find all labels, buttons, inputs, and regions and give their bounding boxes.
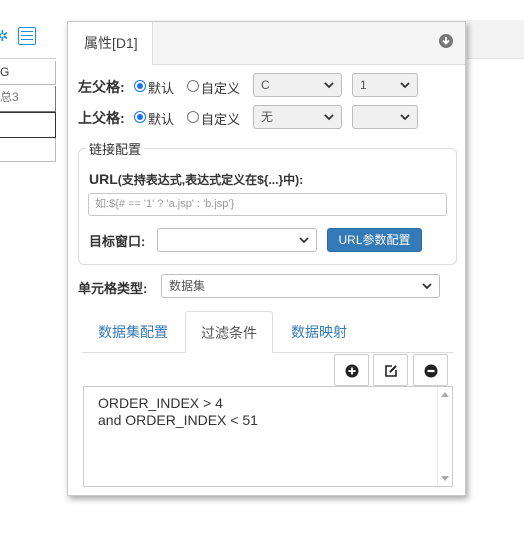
left-parent-custom-radio[interactable] [187,80,199,92]
filter-line: ORDER_INDEX > 4 [98,395,223,411]
url-params-button[interactable]: URL参数配置 [327,228,422,252]
chevron-down-icon [324,82,334,89]
left-parent-default-label: 默认 [148,81,175,96]
chevron-down-icon [324,114,334,121]
target-window-select[interactable] [157,228,317,252]
cell-type-select[interactable]: 数据集 [161,274,440,298]
top-parent-custom-radio[interactable] [187,111,199,123]
chevron-down-icon [400,82,410,89]
top-parent-label: 上父格: [78,110,125,126]
add-filter-button[interactable] [334,354,369,386]
top-parent-row-select[interactable] [352,105,418,129]
sheet-cell-selected[interactable] [0,112,56,138]
sheet-cell[interactable] [0,138,56,162]
url-label-row: URL(支持表达式,表达式定义在${...}中): [89,171,303,188]
cell-type-label: 单元格类型: [78,281,148,296]
edit-icon [385,365,397,377]
tab-dataset-config[interactable]: 数据集配置 [82,311,184,353]
panel-header: 属性[D1] [68,22,465,65]
sheet-divider [0,58,56,59]
url-hint: (支持表达式,表达式定义在${...}中): [117,173,304,187]
top-parent-column-select[interactable]: 无 [253,105,342,129]
link-config-legend: 链接配置 [86,139,145,158]
filter-line: and ORDER_INDEX < 51 [98,412,258,428]
table-icon[interactable] [18,27,36,45]
plus-circle-icon [345,364,359,378]
select-value: 1 [360,78,367,92]
edit-filter-button[interactable] [373,354,408,386]
sheet-cell[interactable]: G [0,61,56,85]
chevron-down-circle-icon[interactable] [439,34,453,48]
scroll-up-arrow-icon[interactable] [441,392,449,397]
filter-expression-textarea[interactable]: ORDER_INDEX > 4 and ORDER_INDEX < 51 [83,386,453,487]
left-parent-row-select[interactable]: 1 [352,73,418,97]
top-parent-default-radio[interactable] [134,111,146,123]
scroll-down-arrow-icon[interactable] [441,476,449,481]
target-window-label: 目标窗口: [89,234,146,249]
left-parent-column-select[interactable]: C [253,73,342,97]
chevron-down-icon [422,283,432,290]
url-label: URL [89,171,118,187]
url-placeholder: 如:${# == '1' ? 'a.jsp' : 'b.jsp'} [95,198,235,210]
select-value: C [261,78,270,92]
url-input[interactable]: 如:${# == '1' ? 'a.jsp' : 'b.jsp'} [88,193,447,216]
top-parent-custom-label: 自定义 [201,112,241,127]
select-value: 数据集 [169,279,206,293]
chevron-down-icon [400,114,410,121]
left-parent-label: 左父格: [78,79,125,95]
sheet-cell[interactable]: 总3 [0,86,56,112]
tab-properties[interactable]: 属性[D1] [68,22,153,65]
select-value: 无 [261,110,274,124]
textarea-scrollbar[interactable] [437,387,452,486]
background-toolbar-strip [467,20,524,59]
tab-filter-conditions[interactable]: 过滤条件 [185,311,273,353]
chevron-down-icon [299,237,309,244]
remove-filter-button[interactable] [413,354,448,386]
left-parent-custom-label: 自定义 [201,81,241,96]
top-parent-default-label: 默认 [148,112,175,127]
minus-circle-icon [424,364,438,378]
tab-data-mapping[interactable]: 数据映射 [274,311,364,353]
properties-panel: 属性[D1] 左父格: 默认 自定义 C 1 上父格: 默认 自定义 无 链接配… [67,21,466,496]
left-parent-default-radio[interactable] [134,80,146,92]
gear-icon[interactable]: ✲ [0,29,12,45]
